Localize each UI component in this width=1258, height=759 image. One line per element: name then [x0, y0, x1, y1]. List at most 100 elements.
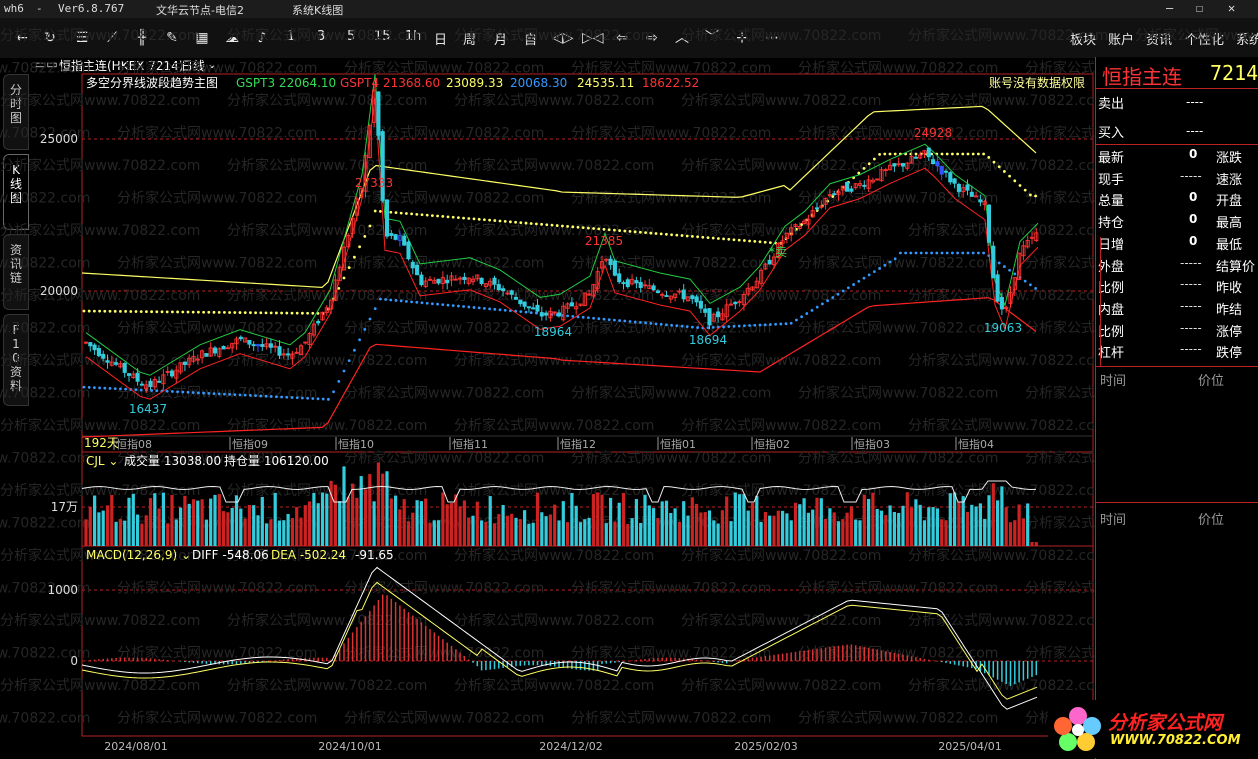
volume-bar	[179, 507, 183, 546]
trend-dots-yellow	[592, 227, 595, 230]
trend-dots-blue	[87, 385, 91, 389]
watermark-text: 分析家公式网www.70822.com	[117, 580, 317, 597]
volume-bar	[303, 505, 307, 546]
trend-dots-blue	[706, 326, 710, 329]
volume-bar	[819, 498, 823, 546]
watermark-text: 分析家公式网www.70822.com	[798, 125, 998, 142]
peak-label: 27333	[355, 176, 393, 190]
trend-dots-yellow	[212, 310, 216, 314]
watermark-text: 分析家公式网www.70822.com	[344, 190, 544, 207]
trend-dots-blue	[769, 323, 772, 326]
volume-bar	[991, 483, 995, 546]
volume-bar	[604, 523, 608, 546]
volume-bar	[419, 501, 423, 546]
trend-dots-yellow	[181, 310, 185, 314]
trend-dots-blue	[472, 306, 476, 309]
trend-dots-blue	[665, 323, 668, 327]
quote-value: 0	[1189, 147, 1198, 161]
watermark-text: 分析家公式网www.70822.com	[0, 677, 200, 694]
candle-body	[638, 281, 643, 288]
volume-bars	[81, 462, 1038, 546]
volume-bar	[953, 492, 957, 546]
trend-dots-blue	[566, 314, 569, 318]
quote-right-label: 最低	[1216, 237, 1243, 253]
volume-bar	[785, 513, 789, 546]
volume-bar	[316, 503, 320, 546]
volume-bar	[467, 517, 471, 546]
volume-bar	[660, 501, 664, 546]
volume-bar	[540, 512, 544, 546]
trend-dots-yellow	[878, 152, 881, 156]
trend-dots-yellow	[977, 152, 980, 156]
candle-body	[157, 380, 162, 383]
permission-note: 账号没有数据权限	[989, 75, 1085, 90]
volume-axis-label: 17万	[51, 500, 78, 514]
candle-body	[415, 264, 420, 276]
candle-body	[999, 296, 1004, 310]
trend-dots-blue	[888, 260, 892, 264]
volume-bar	[518, 519, 522, 546]
contract-title: 恒指主连	[1102, 65, 1182, 89]
month-label: 恒指10	[338, 437, 374, 451]
watermark-text: 分析家公式网www.70822.com	[227, 352, 427, 369]
watermark-text: 分析家公式网www.70822.com	[0, 255, 90, 272]
candle-body	[664, 295, 669, 297]
candle-body	[690, 295, 695, 300]
trend-dots-blue	[285, 395, 289, 399]
trend-dots-yellow	[243, 311, 247, 315]
trend-dots-blue	[753, 323, 757, 327]
watermark-text: 分析家公式网www.70822.com	[571, 450, 771, 467]
volume-bar	[733, 492, 737, 546]
trend-dots-blue	[295, 396, 299, 400]
volume-bar	[449, 503, 454, 546]
trend-dots-yellow	[379, 210, 382, 213]
trend-dots-blue	[493, 307, 497, 311]
trend-dots-yellow	[254, 311, 257, 315]
trend-dots-blue	[748, 324, 751, 327]
trend-dots-blue	[363, 328, 367, 331]
trend-dots-yellow	[139, 310, 143, 313]
volume-bar	[544, 516, 548, 546]
volume-bar	[583, 519, 587, 546]
volume-bar	[841, 519, 845, 546]
trend-dots-yellow	[431, 214, 434, 217]
volume-bar	[355, 497, 359, 546]
volume-bar	[789, 520, 793, 546]
chart-canvas[interactable]: 分析家公式网www.70822.com 分析家公式网www.70822.com 分析…	[0, 0, 1258, 759]
volume-bar	[669, 512, 673, 546]
trend-dots-blue	[202, 391, 206, 395]
trend-dots-yellow	[155, 310, 159, 314]
watermark-text: 分析家公式网www.70822.com	[0, 190, 90, 207]
trend-dots-blue	[103, 386, 107, 390]
candle-body	[612, 260, 617, 276]
trend-dots-blue	[956, 251, 959, 255]
watermark-text: 分析家公式网www.70822.com	[454, 612, 654, 629]
trend-dots-blue	[451, 304, 455, 307]
watermark-text: 分析家公式网www.70822.com	[117, 710, 317, 727]
volume-bar	[768, 515, 772, 546]
trend-dots-yellow	[717, 237, 720, 240]
volume-bar	[703, 512, 707, 546]
volume-bar	[759, 521, 763, 546]
trend-dots-blue	[691, 325, 694, 329]
trend-dots-yellow	[862, 167, 866, 170]
trend-dots-blue	[405, 299, 408, 303]
volume-bar	[957, 501, 961, 546]
trend-dots-blue	[347, 359, 351, 362]
trend-dots-yellow	[576, 225, 580, 229]
trend-dots-yellow	[405, 212, 408, 215]
volume-bar	[325, 493, 329, 546]
quote-right-label: 速涨	[1216, 172, 1243, 188]
watermark-text: 分析家公式网www.70822.com	[681, 417, 881, 434]
volume-bar	[948, 493, 952, 546]
volume-bar	[553, 504, 557, 546]
volume-bar	[308, 501, 312, 546]
trend-dots-blue	[155, 389, 159, 393]
watermark-text: 分析家公式网www.70822.com	[0, 92, 200, 109]
watermark-text: 分析家公式网www.70822.com	[571, 710, 771, 727]
trend-dots-blue	[446, 303, 450, 307]
volume-bar	[587, 517, 591, 546]
trend-dots-yellow	[509, 220, 512, 224]
trend-dots-yellow	[550, 223, 554, 227]
volume-bar	[630, 518, 634, 546]
